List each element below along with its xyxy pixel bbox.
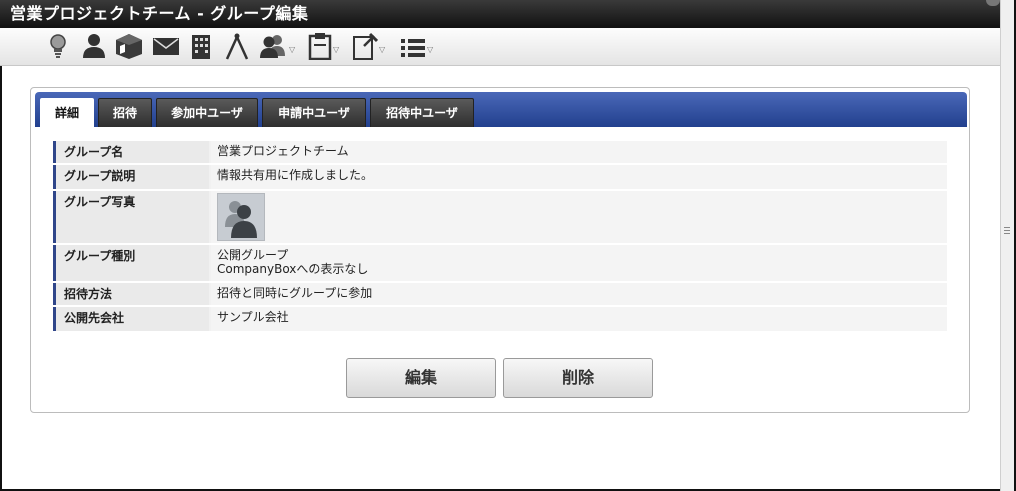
group-photo-cell (211, 191, 947, 243)
detail-row-group-photo: グループ写真 (53, 191, 947, 245)
window-title: 営業プロジェクトチーム - グループ編集 (10, 4, 309, 23)
group-type-value: 公開グループ CompanyBoxへの表示なし (211, 245, 947, 281)
tab-joined-users[interactable]: 参加中ユーザ (156, 98, 258, 127)
tab-invited-users[interactable]: 招待中ユーザ (370, 98, 474, 127)
title-bar: 営業プロジェクトチーム - グループ編集 (0, 0, 1000, 28)
group-type-companybox: CompanyBoxへの表示なし (217, 262, 369, 276)
group-type-public: 公開グループ (217, 248, 289, 262)
mail-icon[interactable] (152, 32, 180, 60)
vertical-scrollbar[interactable] (1000, 0, 1014, 491)
public-company-value: サンプル会社 (211, 307, 947, 331)
group-name-value: 営業プロジェクトチーム (211, 141, 947, 163)
group-icon[interactable]: ▽ (258, 32, 295, 60)
scroll-grip-icon[interactable] (1004, 227, 1010, 234)
toolbar: ▽ ▽ ▽ ▽ (0, 28, 1000, 66)
public-company-label: 公開先会社 (53, 307, 209, 331)
delete-button[interactable]: 削除 (503, 358, 653, 398)
chevron-down-icon[interactable]: ▽ (333, 45, 339, 54)
detail-row-group-description: グループ説明 情報共有用に作成しました。 (53, 165, 947, 191)
tab-bar: 詳細 招待 参加中ユーザ 申請中ユーザ 招待中ユーザ (35, 92, 967, 127)
detail-row-invite-method: 招待方法 招待と同時にグループに参加 (53, 283, 947, 307)
group-description-label: グループ説明 (53, 165, 209, 189)
edit-button[interactable]: 編集 (346, 358, 496, 398)
compass-icon[interactable] (224, 32, 250, 60)
group-detail-panel: 詳細 招待 参加中ユーザ 申請中ユーザ 招待中ユーザ グループ名 営業プロジェク… (30, 87, 970, 413)
tab-details[interactable]: 詳細 (40, 98, 94, 127)
tab-invite[interactable]: 招待 (98, 98, 152, 127)
group-photo-label: グループ写真 (53, 191, 209, 243)
pin-note-icon[interactable]: ▽ (352, 32, 385, 60)
group-type-label: グループ種別 (53, 245, 209, 281)
group-name-label: グループ名 (53, 141, 209, 163)
chevron-down-icon[interactable]: ▽ (289, 45, 295, 54)
chevron-down-icon[interactable]: ▽ (427, 45, 433, 54)
group-description-value: 情報共有用に作成しました。 (211, 165, 947, 189)
group-photo-image (217, 193, 265, 241)
detail-row-public-company: 公開先会社 サンプル会社 (53, 307, 947, 333)
detail-table: グループ名 営業プロジェクトチーム グループ説明 情報共有用に作成しました。 グ… (53, 141, 947, 333)
invite-method-value: 招待と同時にグループに参加 (211, 283, 947, 305)
lightbulb-icon[interactable] (46, 32, 70, 60)
box-icon[interactable] (114, 32, 144, 60)
clipboard-icon[interactable]: ▽ (308, 32, 339, 60)
tab-applying-users[interactable]: 申請中ユーザ (262, 98, 366, 127)
building-icon[interactable] (190, 32, 212, 60)
user-icon[interactable] (80, 32, 108, 60)
invite-method-label: 招待方法 (53, 283, 209, 305)
chevron-down-icon[interactable]: ▽ (379, 45, 385, 54)
list-icon[interactable]: ▽ (400, 32, 433, 60)
detail-row-group-name: グループ名 営業プロジェクトチーム (53, 141, 947, 165)
detail-row-group-type: グループ種別 公開グループ CompanyBoxへの表示なし (53, 245, 947, 283)
